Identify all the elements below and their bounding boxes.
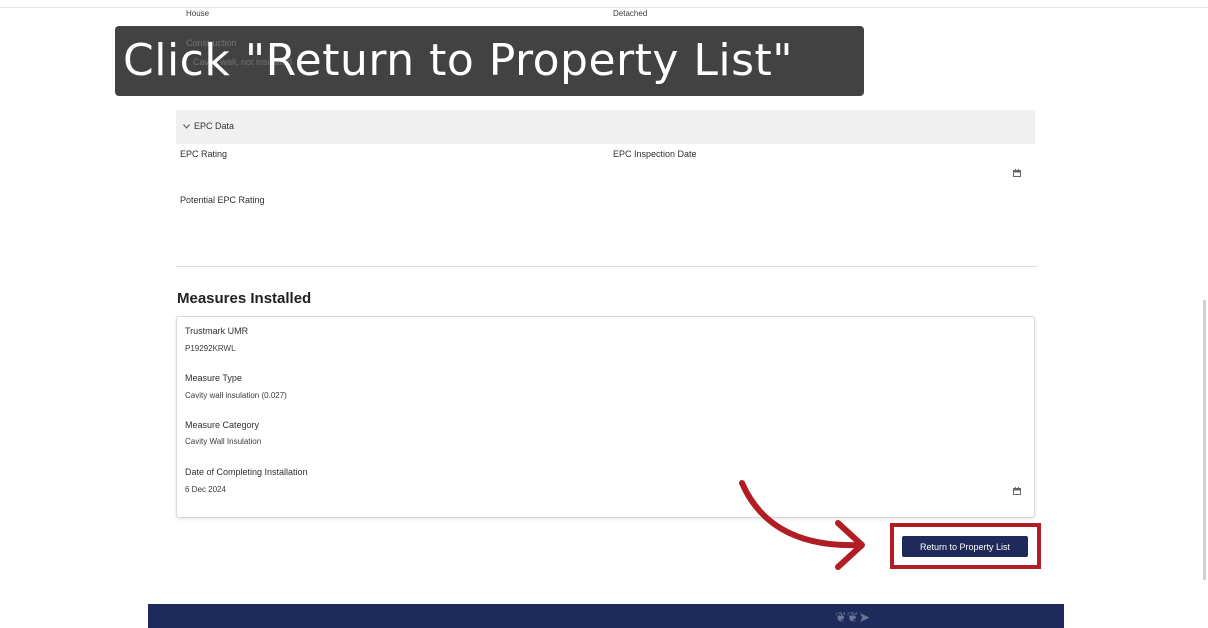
measure-category-value: Cavity Wall Insulation [185,437,262,446]
crest-logo-icon: ❦❦➤ [835,610,871,626]
completion-date-label: Date of Completing Installation [185,467,308,477]
trustmark-umr-label: Trustmark UMR [185,326,249,336]
construction-label: Construction [186,38,237,48]
epc-data-section-header[interactable] [176,110,1035,144]
measure-category-label: Measure Category [185,420,260,430]
top-divider [0,7,1208,8]
completion-date-value: 6 Dec 2024 [185,485,226,494]
measure-card [176,316,1035,518]
chevron-down-icon[interactable] [183,124,190,129]
site-footer [148,604,1064,628]
measure-type-value: Cavity wall insulation (0.027) [185,391,287,400]
section-divider [176,266,1037,267]
measures-installed-heading: Measures Installed [177,290,312,307]
epc-inspection-date-label: EPC Inspection Date [613,149,697,159]
calendar-icon[interactable] [1013,169,1021,177]
calendar-icon[interactable] [1013,487,1021,495]
arrow-annotation-icon [739,480,865,570]
trustmark-umr-value: P19292KRWL [185,344,236,353]
epc-rating-label: EPC Rating [180,149,228,159]
epc-data-section-title[interactable]: EPC Data [194,121,234,131]
property-subtype-value: Detached [613,9,648,18]
property-type-value: House [186,9,210,18]
potential-epc-rating-label: Potential EPC Rating [180,195,265,205]
measure-type-label: Measure Type [185,373,242,383]
scrollbar[interactable] [1203,300,1206,580]
construction-value: Cavity wall, not insulated [193,57,293,67]
return-to-property-list-button[interactable]: Return to Property List [902,536,1028,557]
